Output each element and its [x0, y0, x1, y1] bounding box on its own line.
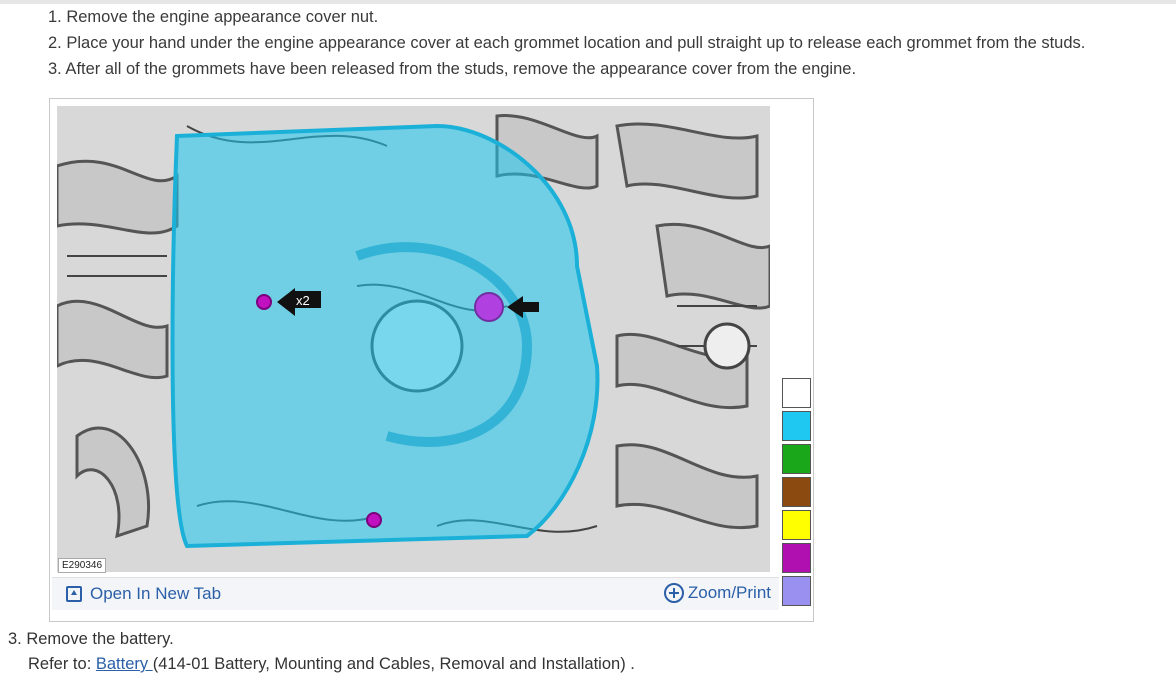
zoom-print-link[interactable]: Zoom/Print	[663, 583, 771, 603]
step-2: 2. Place your hand under the engine appe…	[48, 34, 1086, 52]
swatch-green[interactable]	[782, 444, 811, 474]
swatch-yellow[interactable]	[782, 510, 811, 540]
battery-link[interactable]: Battery	[96, 655, 153, 673]
swatch-lavender[interactable]	[782, 576, 811, 606]
step-3: 3. After all of the grommets have been r…	[48, 60, 857, 78]
open-in-new-tab-label: Open In New Tab	[90, 584, 222, 603]
swatch-white[interactable]	[782, 378, 811, 408]
engine-illustration[interactable]: x2	[57, 106, 770, 572]
refer-prefix: Refer to:	[28, 655, 96, 673]
figure-id: E290346	[58, 558, 107, 573]
callout-label: x2	[296, 293, 310, 308]
open-in-new-tab-link[interactable]: Open In New Tab	[66, 584, 221, 604]
instruction-steps: 1. Remove the engine appearance cover nu…	[48, 4, 1085, 82]
refer-line: Refer to: Battery (414-01 Battery, Mount…	[28, 652, 635, 676]
swatch-magenta[interactable]	[782, 543, 811, 573]
plus-circle-icon	[663, 583, 684, 603]
swatch-cyan[interactable]	[782, 411, 811, 441]
swatch-brown[interactable]	[782, 477, 811, 507]
zoom-print-label: Zoom/Print	[687, 583, 771, 602]
color-swatch-column	[782, 378, 813, 609]
step-1: 1. Remove the engine appearance cover nu…	[48, 8, 379, 26]
refer-suffix: (414-01 Battery, Mounting and Cables, Re…	[152, 655, 635, 673]
figure-footer: Open In New Tab Zoom/Print	[52, 577, 779, 610]
next-step: 3. Remove the battery.	[8, 630, 174, 648]
open-new-tab-icon	[66, 586, 82, 602]
